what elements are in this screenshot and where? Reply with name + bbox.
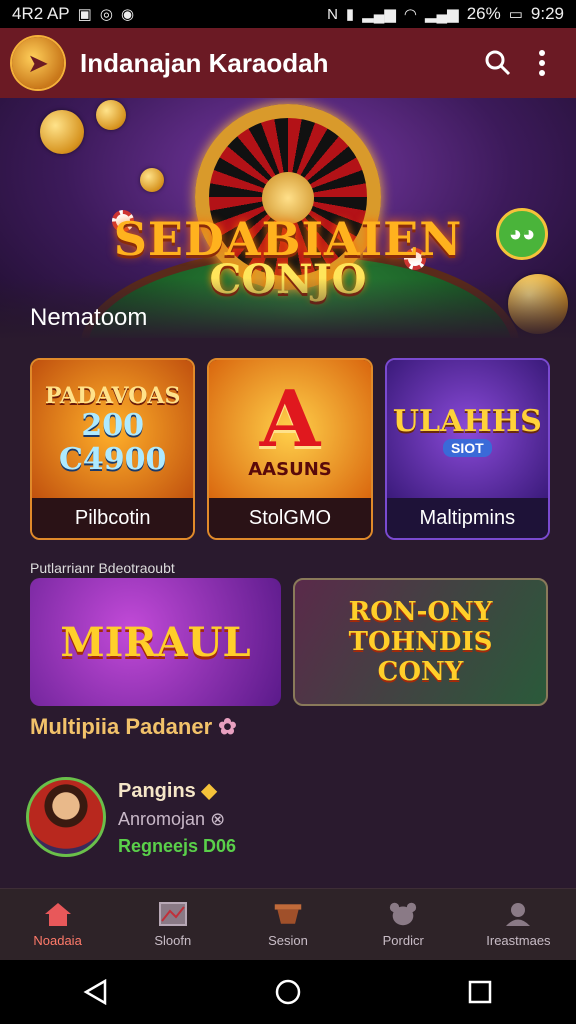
game-tile-art: ULAHHS SIOT <box>386 360 548 500</box>
featured-card[interactable]: RON-ONY TOHNDIS CONY <box>293 578 548 706</box>
flower-icon: ✿ <box>218 714 237 739</box>
profile-card[interactable]: Pangins ◆ Anromojan ⊗ Regneejs D06 <box>26 772 546 862</box>
game-tile[interactable]: PADAVOAS 200 C4900 Pilbcotin <box>30 358 196 540</box>
featured-card[interactable]: MIRAUL <box>30 578 281 706</box>
signal-icon: ▂▄▆ <box>362 6 396 23</box>
featured-row: MIRAUL RON-ONY TOHNDIS CONY <box>30 578 548 706</box>
clock: 9:29 <box>530 4 564 23</box>
bottom-nav: Noadaia Sloofn Sesion Pordicr Ireastmaes <box>0 888 576 960</box>
signal-icon-2: ▂▄▆ <box>424 6 459 23</box>
bear-icon <box>388 901 418 927</box>
settings-icon: ⊗ <box>210 808 226 829</box>
tile-art-line: PADAVOAS <box>44 383 181 409</box>
profile-status: Regneejs D06 <box>118 835 237 856</box>
hero-banner[interactable]: ◕◕ SEDABIAIEN CONJO <box>0 98 576 338</box>
section-title: Nematoom <box>30 304 148 331</box>
tile-art-line: AASUNS <box>248 458 332 480</box>
search-icon[interactable] <box>476 41 520 85</box>
back-logo-icon[interactable]: ➤ <box>12 37 64 89</box>
nav-label: Sesion <box>268 933 308 948</box>
tile-art-letter: A <box>259 373 321 465</box>
nav-item-profile[interactable]: Ireastmaes <box>461 889 576 960</box>
nav-label: Pordicr <box>382 933 424 948</box>
profile-name-text: Pangins <box>118 779 196 802</box>
featured-card-title: RON-ONY TOHNDIS CONY <box>349 597 493 687</box>
more-vert-icon[interactable] <box>520 41 564 85</box>
nav-label: Noadaia <box>33 933 82 948</box>
system-nav-bar <box>0 960 576 1024</box>
bowl-icon <box>273 901 303 927</box>
nav-label: Sloofn <box>154 933 192 948</box>
game-tile-art: A AASUNS <box>209 360 371 500</box>
tile-art-line: 200 <box>81 408 144 443</box>
featured-card-title: MIRAUL <box>60 618 251 666</box>
nav-item-home[interactable]: Noadaia <box>0 889 115 960</box>
game-tile-label: StolGMO <box>209 498 371 538</box>
profile-username: Anromojan ⊗ <box>118 809 236 830</box>
avatar[interactable] <box>26 777 106 857</box>
status-right: N ▮ ▂▄▆ ◠ ▂▄▆ 26% ▭ 9:29 <box>327 4 564 24</box>
coin-art <box>40 110 84 154</box>
game-tile-label: Maltipmins <box>386 498 548 538</box>
image-notification-icon: ▣ <box>77 6 92 23</box>
game-tile[interactable]: ULAHHS SIOT Maltipmins <box>384 358 550 540</box>
coin-art <box>140 168 164 192</box>
profile-icon <box>503 901 533 927</box>
back-triangle-icon[interactable] <box>72 968 120 1016</box>
status-left: 4R2 AP ▣ ◎ ◉ <box>12 4 134 24</box>
home-circle-icon[interactable] <box>264 968 312 1016</box>
featured-label: Multipiia Padaner ✿ <box>30 714 237 740</box>
featured-card-line: CONY <box>377 657 464 687</box>
tile-art-line: ULAHHS <box>392 403 542 439</box>
nav-item-session[interactable]: Sesion <box>230 889 345 960</box>
status-left-text: 4R2 AP <box>12 4 70 23</box>
status-bar: 4R2 AP ▣ ◎ ◉ N ▮ ▂▄▆ ◠ ▂▄▆ 26% ▭ 9:29 <box>0 0 576 28</box>
game-tiles: PADAVOAS 200 C4900 Pilbcotin A AASUNS St… <box>30 358 550 540</box>
profile-name: Pangins ◆ <box>118 778 236 803</box>
app-title: Indanajan Karaodah <box>80 47 329 78</box>
app-bar: ➤ Indanajan Karaodah <box>0 28 576 98</box>
nav-label: Ireastmaes <box>486 933 551 948</box>
battery-icon: ▭ <box>508 6 523 23</box>
profile-info: Pangins ◆ Anromojan ⊗ Regneejs D06 <box>118 778 236 857</box>
sync-icon: ◎ <box>99 6 113 23</box>
recents-square-icon[interactable] <box>456 968 504 1016</box>
featured-card-line: RON-ONY <box>348 597 493 627</box>
tile-art-line: SIOT <box>442 438 492 457</box>
nfc-icon: N <box>327 5 338 23</box>
nav-item-bear[interactable]: Pordicr <box>346 889 461 960</box>
wifi-icon: ◠ <box>403 6 417 23</box>
coin-art <box>96 100 126 130</box>
game-tile-label: Pilbcotin <box>32 498 194 538</box>
vibrate-icon: ▮ <box>345 6 355 23</box>
featured-label-text: Multipiia Padaner <box>30 714 213 739</box>
featured-card-line: TOHNDIS <box>348 627 493 657</box>
verified-icon: ◆ <box>201 779 217 802</box>
app-notification-icon: ◉ <box>120 6 135 23</box>
game-tile[interactable]: A AASUNS StolGMO <box>207 358 373 540</box>
gallery-icon <box>158 901 188 927</box>
battery-percent: 26% <box>466 4 501 23</box>
game-tile-art: PADAVOAS 200 C4900 <box>32 360 194 500</box>
home-icon <box>43 901 73 927</box>
profile-username-text: Anromojan <box>118 808 206 829</box>
nav-item-gallery[interactable]: Sloofn <box>115 889 230 960</box>
tile-art-line: C4900 <box>58 442 167 477</box>
featured-caption: Putlarrianr Bdeotraoubt <box>30 560 175 576</box>
